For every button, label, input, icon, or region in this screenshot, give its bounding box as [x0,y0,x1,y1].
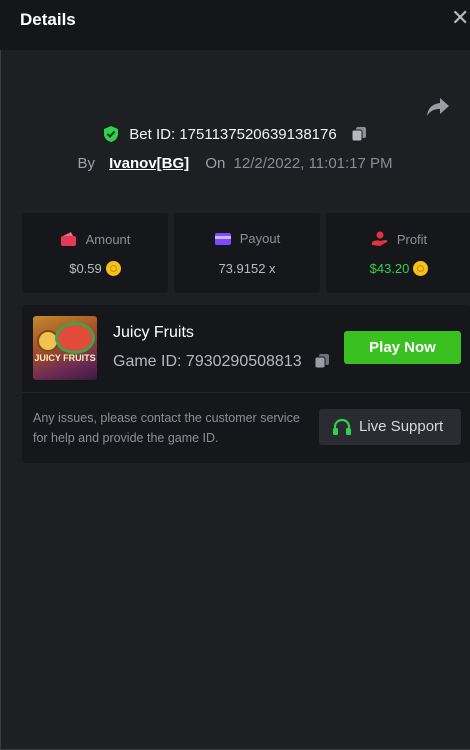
card-icon [214,233,231,245]
amount-value: $0.59 [69,261,102,276]
panel-header: Details ✕ [0,0,470,50]
wallet-icon [60,232,76,246]
support-note: Any issues, please contact the customer … [33,411,300,445]
amount-value-row: $0.59 [22,261,168,276]
panel-title: Details [20,10,76,29]
profit-label-row: Profit [326,231,470,247]
coin-icon [413,261,429,276]
game-id-value: 7930290508813 [185,353,302,370]
close-icon[interactable]: ✕ [451,7,470,29]
payout-label-row: Payout [174,231,320,246]
username-link[interactable]: Ivanov[BG] [109,155,189,172]
bet-id-label: Bet ID: [129,126,176,143]
payout-value: 73.9152 x [218,261,276,276]
bet-datetime: 12/2/2022, 11:01:17 PM [233,155,393,172]
coin-icon [105,261,121,276]
divider [22,392,470,393]
payout-card: Payout 73.9152 x [174,213,320,293]
game-name: Juicy Fruits [113,324,194,341]
headset-icon [333,418,351,435]
play-now-button[interactable]: Play Now [344,331,461,364]
live-support-label: Live Support [359,418,444,435]
bet-owner-line: By Ivanov[BG] On 12/2/2022, 11:01:17 PM [0,155,470,172]
bet-id-line: Bet ID: 1751137520639138176 [0,126,470,143]
game-thumbnail-title: JUICY FRUITS [34,353,96,363]
game-id-label: Game ID: [113,353,182,370]
shield-check-icon [104,126,119,142]
live-support-button[interactable]: Live Support [319,409,461,445]
copy-icon[interactable] [314,353,330,369]
on-label: On [205,155,226,172]
game-id-line: Game ID: 7930290508813 [113,353,302,371]
amount-card: Amount $0.59 [22,213,168,293]
bet-id-value: 1751137520639138176 [179,126,337,143]
amount-label-row: Amount [22,231,168,247]
share-arrow-icon[interactable] [426,96,450,118]
game-thumbnail[interactable]: JUICY FRUITS [33,316,97,380]
profit-value: $43.20 [369,261,410,276]
game-card: JUICY FRUITS Juicy Fruits Game ID: 79302… [22,305,470,463]
copy-icon[interactable] [351,126,367,142]
by-label: By [77,155,95,172]
profit-value-row: $43.20 [326,261,470,276]
hand-coin-icon [371,231,388,246]
profit-card: Profit $43.20 [326,213,470,293]
bet-stats: Amount $0.59 Payout 73.9152 x Profit $43… [22,213,470,293]
